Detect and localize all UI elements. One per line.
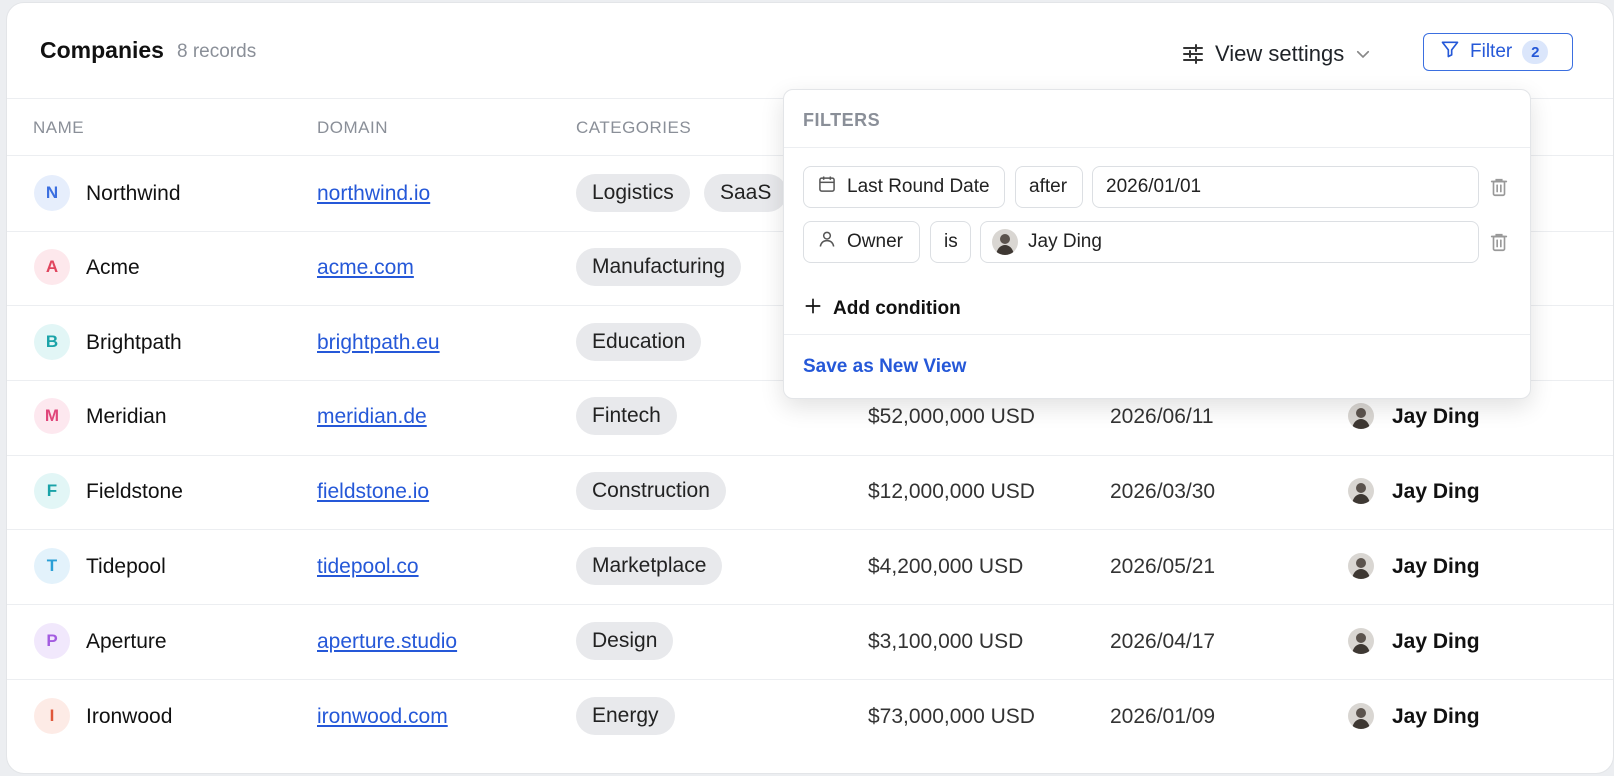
owner-name: Jay Ding (1392, 555, 1480, 578)
filters-popover: FILTERS Last Round Date after 2026/01/01… (783, 89, 1531, 399)
category-chip: SaaS (704, 174, 788, 212)
category-chip: Fintech (576, 397, 677, 435)
filter-operator-select[interactable]: after (1015, 166, 1083, 208)
filter-value-input[interactable]: Jay Ding (980, 221, 1479, 263)
category-chip: Design (576, 622, 674, 660)
table-header-bar: Companies 8 records View settings Filter… (7, 3, 1613, 99)
filter-value-text: Jay Ding (1028, 231, 1102, 252)
delete-condition-button[interactable] (1488, 176, 1510, 198)
last-round-date: 2026/01/09 (1110, 705, 1216, 728)
company-avatar: I (34, 698, 70, 734)
filter-value-text: 2026/01/01 (1106, 176, 1202, 197)
divider (784, 334, 1530, 335)
owner-name: Jay Ding (1392, 405, 1480, 428)
view-settings-button[interactable]: View settings (1181, 35, 1372, 73)
company-avatar: T (34, 548, 70, 584)
calendar-icon (817, 174, 837, 200)
chevron-down-icon (1354, 45, 1372, 63)
filter-field-select[interactable]: Last Round Date (803, 166, 1005, 208)
last-round-date: 2026/03/30 (1110, 480, 1216, 503)
view-settings-label: View settings (1215, 41, 1345, 66)
trash-icon (1488, 233, 1510, 257)
category-chip: Energy (576, 697, 675, 735)
funding-amount: $4,200,000 USD (868, 555, 1024, 578)
domain-link[interactable]: meridian.de (317, 405, 427, 429)
category-chip: Marketplace (576, 547, 723, 585)
page-title: Companies (40, 37, 164, 63)
table-row[interactable]: I Ironwood ironwood.com Energy $73,000,0… (7, 679, 1613, 754)
last-round-date: 2026/05/21 (1110, 555, 1216, 578)
funnel-icon (1440, 39, 1460, 65)
table-row[interactable]: T Tidepool tidepool.co Marketplace $4,20… (7, 529, 1613, 605)
category-chip: Construction (576, 472, 726, 510)
sliders-icon (1181, 42, 1205, 66)
filter-field-label: Owner (847, 231, 903, 252)
company-avatar: M (34, 398, 70, 434)
domain-link[interactable]: northwind.io (317, 182, 430, 206)
company-avatar: P (34, 623, 70, 659)
company-avatar: A (34, 249, 70, 285)
company-name: Northwind (86, 182, 181, 205)
company-name: Fieldstone (86, 480, 183, 503)
company-name: Aperture (86, 630, 167, 653)
domain-link[interactable]: fieldstone.io (317, 480, 429, 504)
funding-amount: $12,000,000 USD (868, 480, 1035, 503)
company-name: Brightpath (86, 331, 182, 354)
record-count: 8 records (177, 41, 257, 62)
filter-value-input[interactable]: 2026/01/01 (1092, 166, 1479, 208)
filter-operator-select[interactable]: is (930, 221, 971, 263)
company-name: Tidepool (86, 555, 166, 578)
trash-icon (1488, 178, 1510, 202)
filters-title: FILTERS (803, 110, 881, 130)
last-round-date: 2026/04/17 (1110, 630, 1216, 653)
company-name: Meridian (86, 405, 167, 428)
category-chip: Education (576, 323, 702, 361)
save-as-new-view-link[interactable]: Save as New View (803, 356, 966, 378)
owner-avatar (1348, 553, 1374, 579)
company-avatar: F (34, 473, 70, 509)
owner-name: Jay Ding (1392, 480, 1480, 503)
owner-avatar (1348, 628, 1374, 654)
funding-amount: $52,000,000 USD (868, 405, 1035, 428)
company-name: Ironwood (86, 705, 173, 728)
company-name: Acme (86, 256, 140, 279)
companies-table-card: Companies 8 records View settings Filter… (6, 2, 1614, 774)
owner-avatar (1348, 403, 1374, 429)
funding-amount: $73,000,000 USD (868, 705, 1035, 728)
last-round-date: 2026/06/11 (1110, 405, 1214, 428)
domain-link[interactable]: brightpath.eu (317, 331, 440, 355)
person-icon (817, 229, 837, 255)
table-row[interactable]: F Fieldstone fieldstone.io Construction … (7, 454, 1613, 530)
add-condition-button[interactable]: Add condition (803, 296, 961, 322)
filter-field-select[interactable]: Owner (803, 221, 920, 263)
column-header-name[interactable]: NAME (33, 118, 84, 138)
filter-label: Filter (1470, 41, 1513, 62)
column-header-categories[interactable]: CATEGORIES (576, 118, 691, 138)
company-avatar: N (34, 175, 70, 211)
plus-icon (803, 296, 823, 322)
owner-name: Jay Ding (1392, 705, 1480, 728)
column-header-domain[interactable]: DOMAIN (317, 118, 388, 138)
delete-condition-button[interactable] (1488, 231, 1510, 253)
domain-link[interactable]: tidepool.co (317, 555, 419, 579)
filter-field-label: Last Round Date (847, 176, 990, 197)
owner-name: Jay Ding (1392, 630, 1480, 653)
category-chip: Manufacturing (576, 248, 742, 286)
filter-button[interactable]: Filter 2 (1423, 33, 1573, 71)
owner-avatar (992, 229, 1018, 255)
divider (784, 147, 1530, 148)
category-chip: Logistics (576, 174, 690, 212)
domain-link[interactable]: ironwood.com (317, 705, 448, 729)
add-condition-label: Add condition (833, 298, 961, 319)
owner-avatar (1348, 703, 1374, 729)
owner-avatar (1348, 478, 1374, 504)
filter-count-badge: 2 (1522, 40, 1549, 64)
funding-amount: $3,100,000 USD (868, 630, 1024, 653)
filter-operator-label: after (1029, 176, 1068, 197)
company-avatar: B (34, 324, 70, 360)
table-row[interactable]: P Aperture aperture.studio Design $3,100… (7, 604, 1613, 680)
domain-link[interactable]: aperture.studio (317, 630, 457, 654)
filter-operator-label: is (944, 231, 958, 252)
domain-link[interactable]: acme.com (317, 256, 414, 280)
